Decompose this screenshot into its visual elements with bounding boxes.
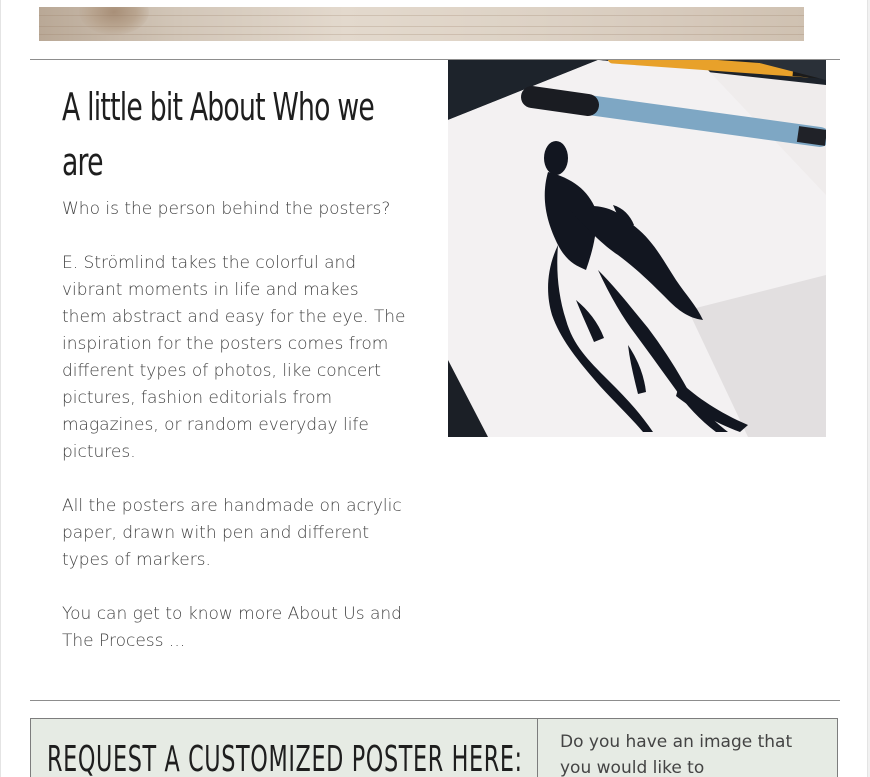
about-intro: Who is the person behind the posters? [62, 199, 391, 219]
request-poster-section: Request a Customized Poster here: Do you… [30, 718, 838, 777]
about-paragraph-more: You can get to know more About Us and Th… [62, 604, 402, 651]
section-divider-bottom [30, 700, 840, 701]
request-side-text: Do you have an image that you would like… [560, 732, 793, 777]
about-paragraph-colorful: E. Strömlind takes the colorful and vibr… [62, 253, 406, 462]
about-section: A little bit About Who we are Who is the… [30, 60, 840, 700]
about-paragraph-handmade: All the posters are handmade on acrylic … [62, 496, 402, 570]
about-artwork-image [448, 60, 826, 437]
about-text: Who is the person behind the posters? E.… [62, 196, 407, 655]
about-heading: A little bit About Who we are [62, 85, 375, 184]
hero-banner-image [39, 7, 804, 41]
request-heading: Request a Customized Poster here: [47, 739, 523, 777]
page: A little bit About Who we are Who is the… [0, 0, 868, 777]
